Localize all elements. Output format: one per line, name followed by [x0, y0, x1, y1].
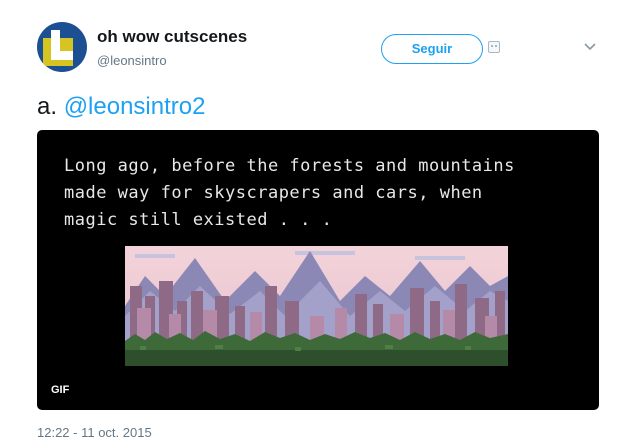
- tweet-prefix: a.: [37, 93, 58, 120]
- pixel-art-scene: [125, 246, 508, 366]
- tweet-timestamp[interactable]: 12:22 - 11 oct. 2015: [37, 425, 152, 440]
- caption-line: Long ago, before the forests and mountai…: [64, 156, 515, 176]
- chevron-down-icon[interactable]: [582, 38, 598, 54]
- caption-line: magic still existed . . .: [64, 210, 333, 230]
- user-handle[interactable]: @leonsintro: [97, 53, 167, 68]
- gif-badge: GIF: [51, 384, 70, 396]
- follow-button[interactable]: Seguir: [381, 34, 483, 64]
- gif-media[interactable]: Long ago, before the forests and mountai…: [37, 130, 599, 410]
- media-caption: Long ago, before the forests and mountai…: [64, 153, 584, 234]
- display-name[interactable]: oh wow cutscenes: [97, 27, 247, 47]
- caption-line: made way for skyscrapers and cars, when: [64, 183, 483, 203]
- mention-link[interactable]: @leonsintro2: [64, 93, 206, 120]
- avatar-letter-foot: [51, 51, 73, 60]
- tweet-text: a. @leonsintro2: [37, 93, 205, 121]
- avatar[interactable]: [37, 22, 87, 72]
- bot-label-icon: [488, 41, 500, 53]
